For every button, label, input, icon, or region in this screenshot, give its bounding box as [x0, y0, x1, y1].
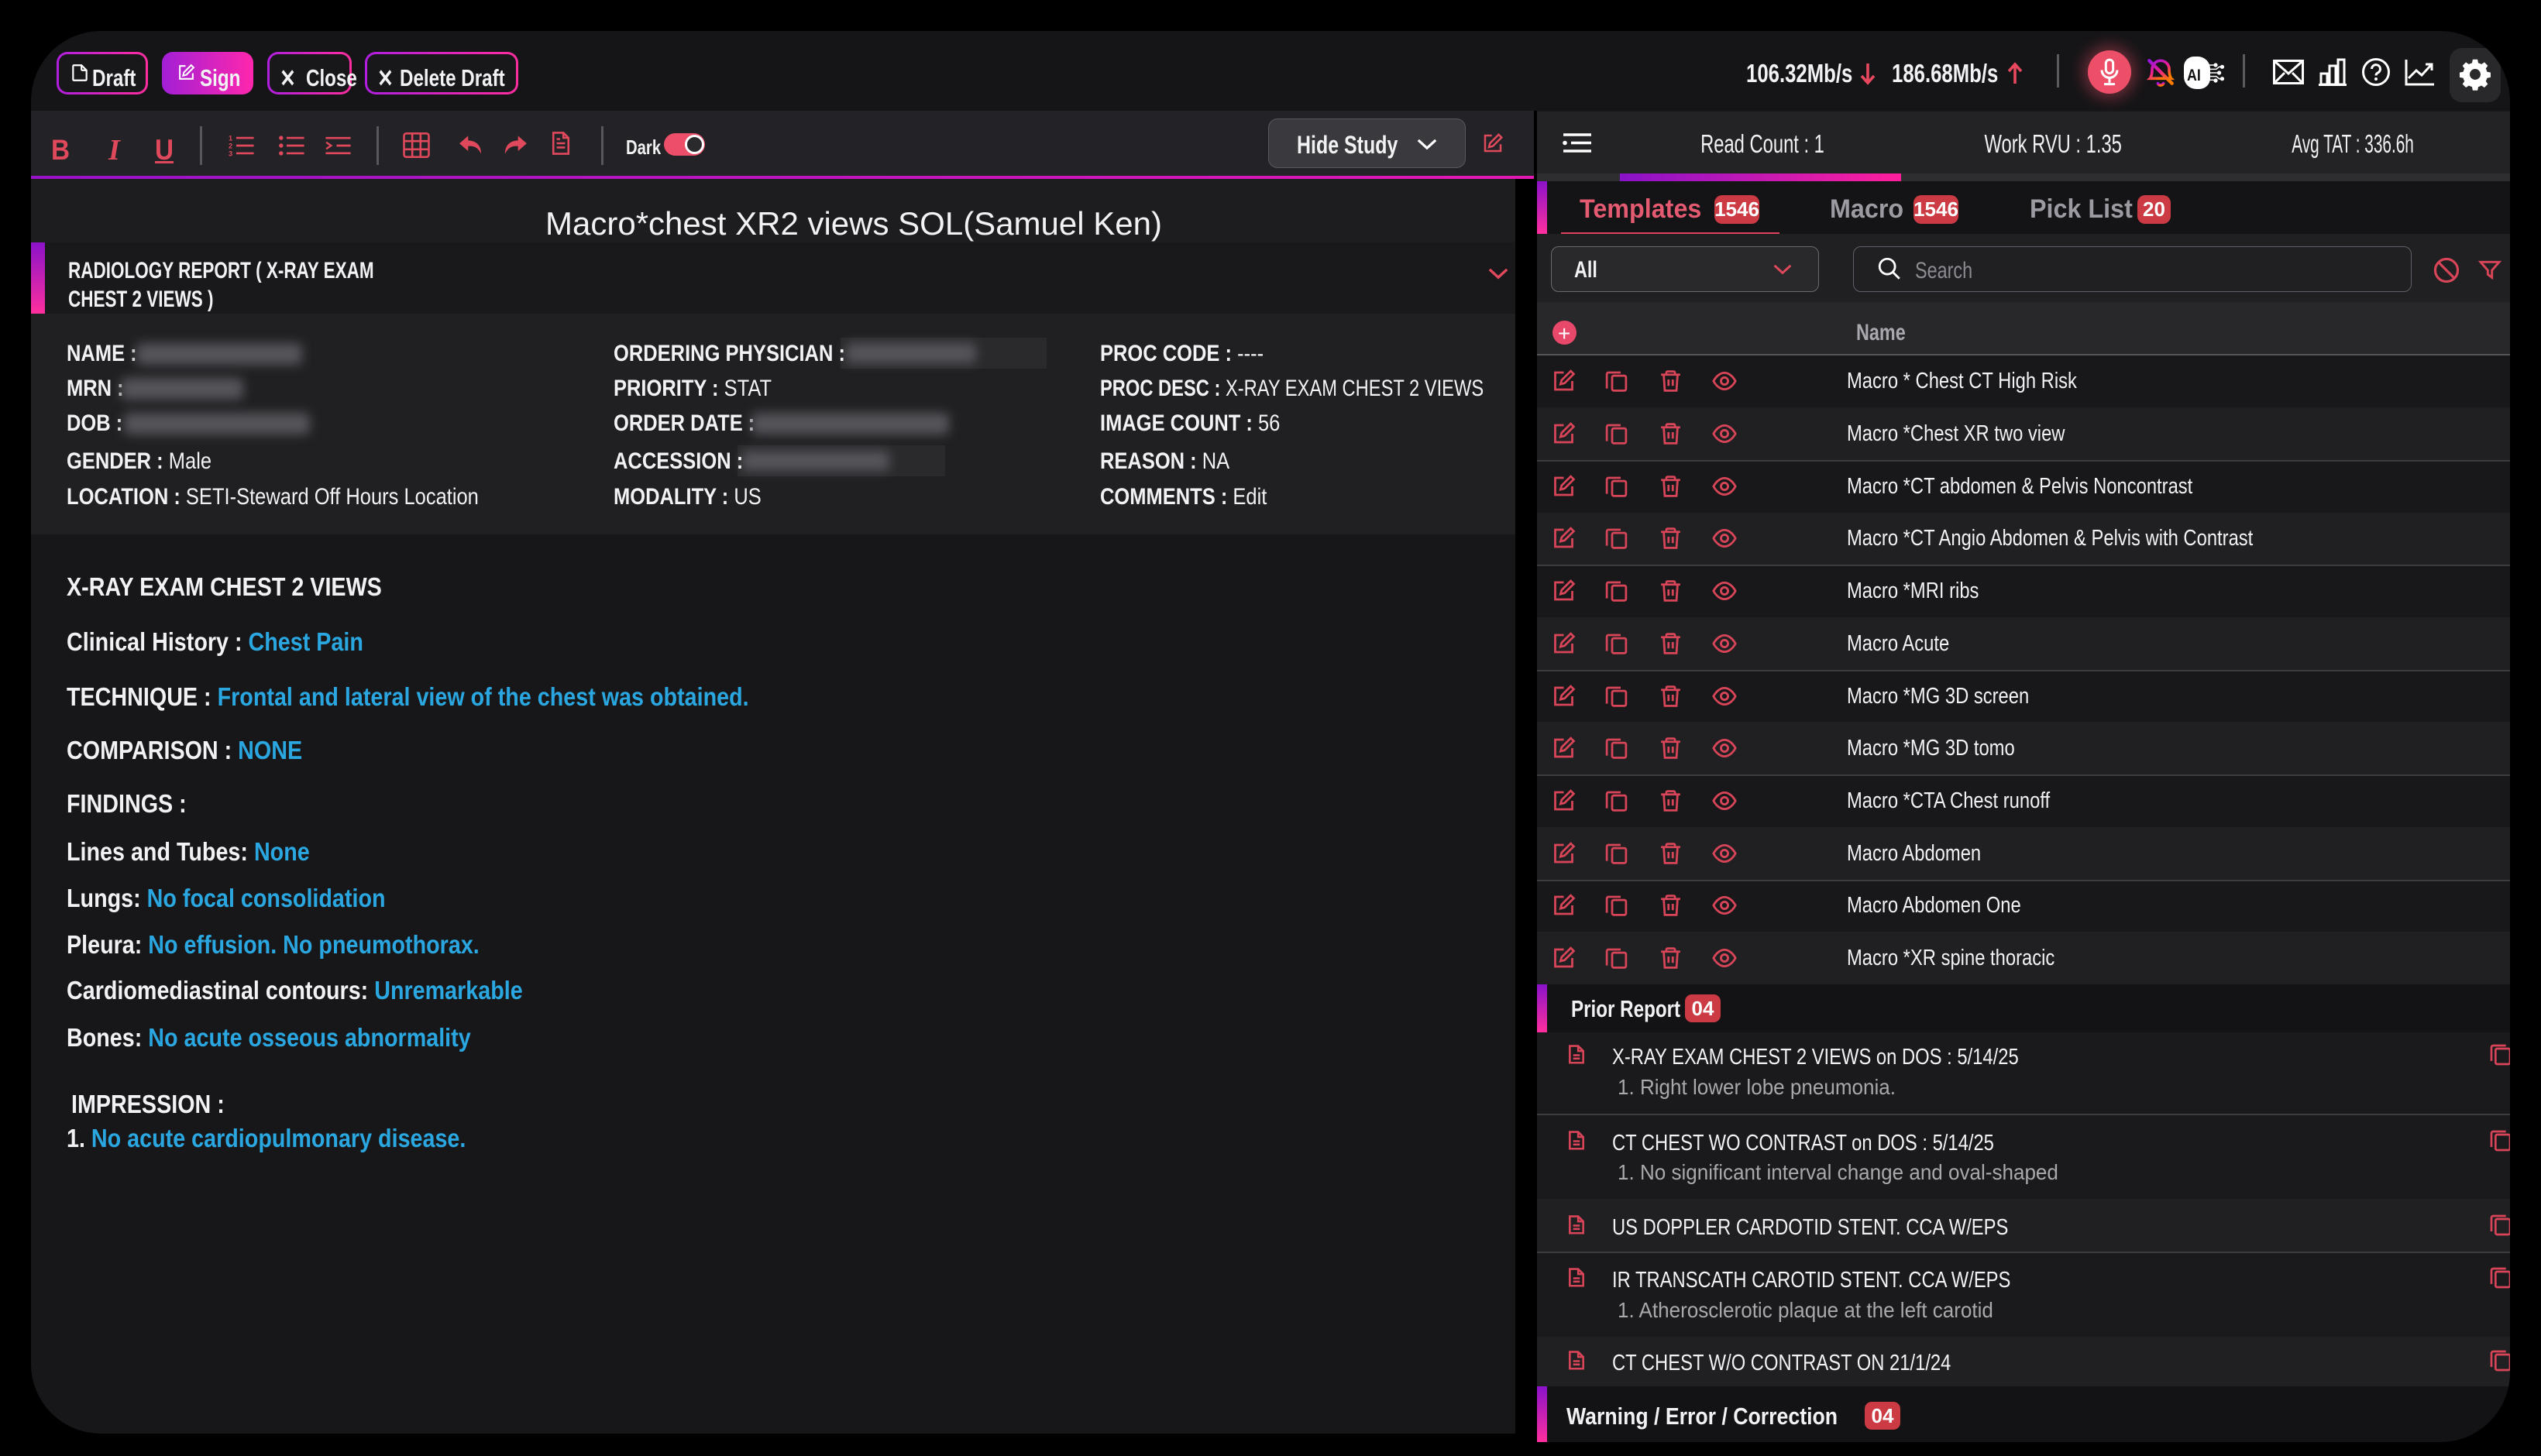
svg-text:3: 3: [229, 149, 232, 157]
svg-text:1: 1: [229, 135, 232, 143]
svg-text:2: 2: [229, 143, 232, 150]
